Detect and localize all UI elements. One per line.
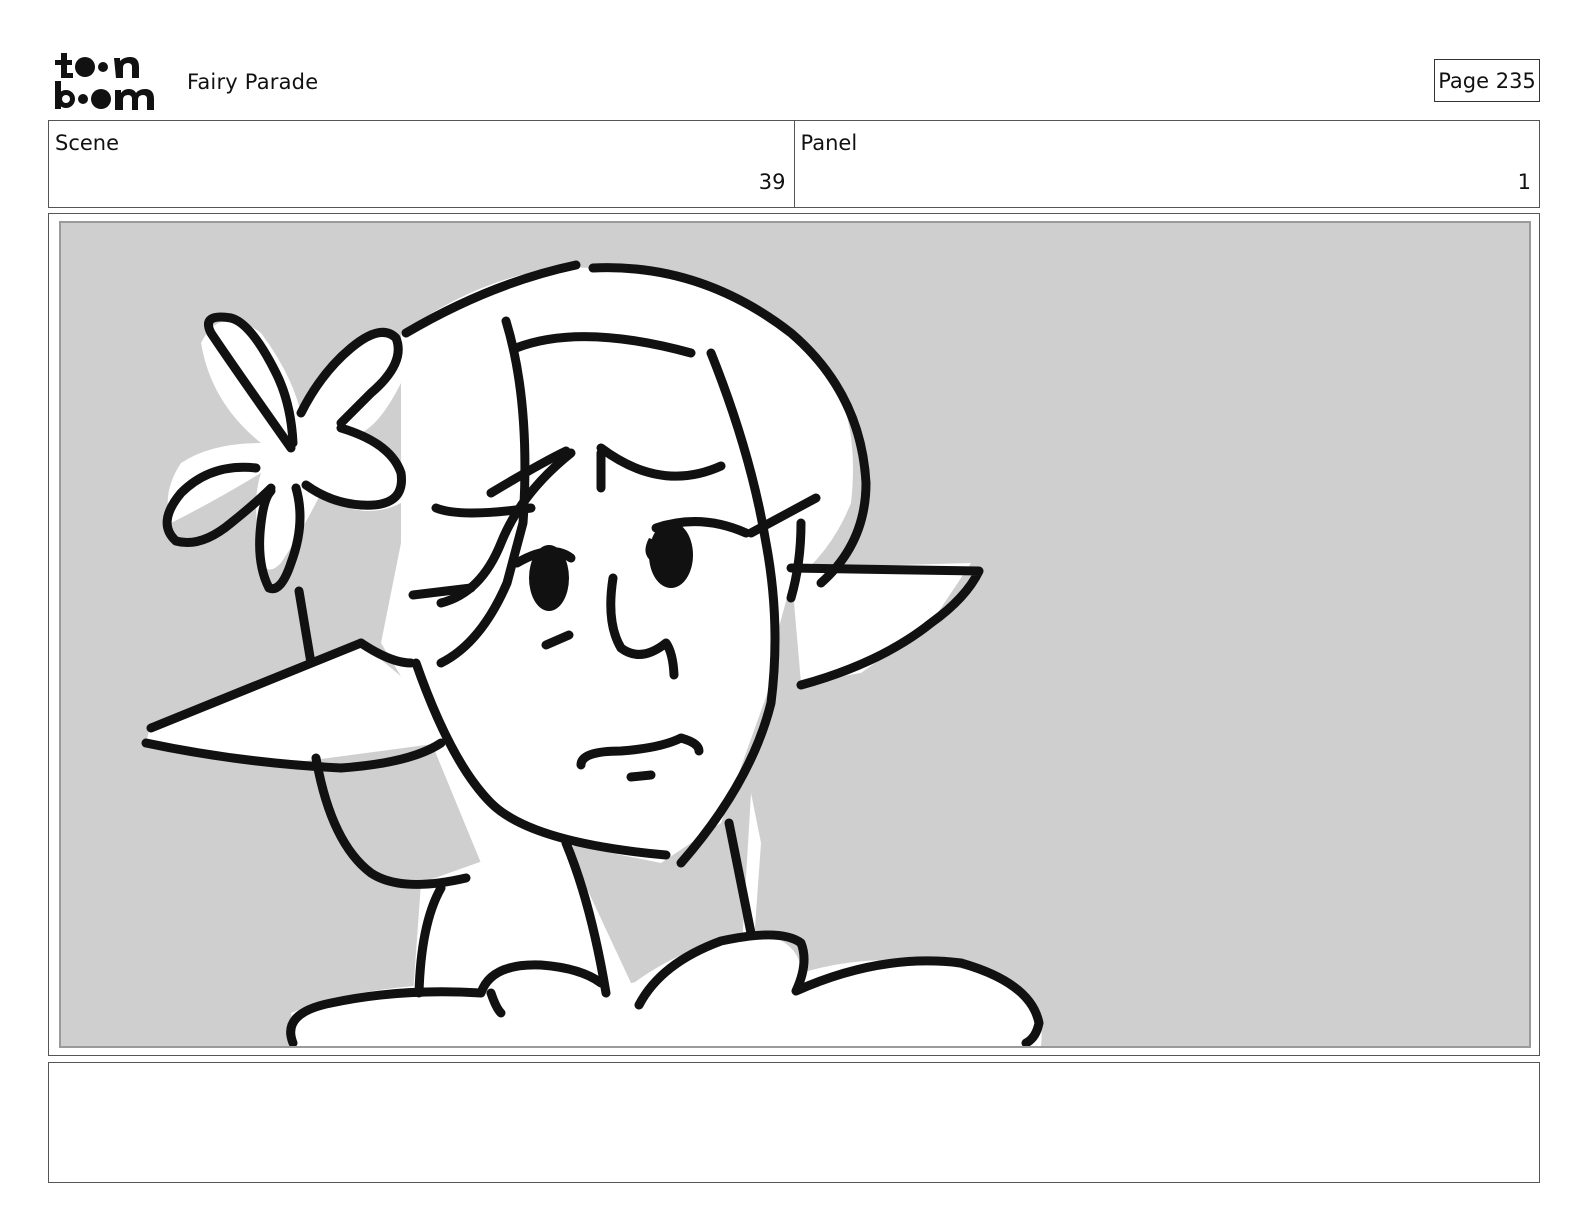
panel-label: Panel xyxy=(800,131,858,155)
panel-cell: Panel 1 xyxy=(793,121,1540,207)
scene-cell: Scene 39 xyxy=(49,121,794,207)
scene-label: Scene xyxy=(55,131,120,155)
project-title: Fairy Parade xyxy=(187,70,319,94)
page-number: Page 235 xyxy=(1434,59,1540,102)
storyboard-drawing xyxy=(59,221,1531,1048)
panel-number: 1 xyxy=(1517,170,1531,194)
scene-panel-info-row: Scene 39 Panel 1 xyxy=(48,120,1540,208)
toonboom-logo xyxy=(52,50,164,112)
storyboard-panel-frame xyxy=(48,213,1540,1056)
scene-number: 39 xyxy=(758,170,786,194)
fairy-sketch xyxy=(141,260,1044,1046)
panel-notes-box[interactable] xyxy=(48,1062,1540,1183)
